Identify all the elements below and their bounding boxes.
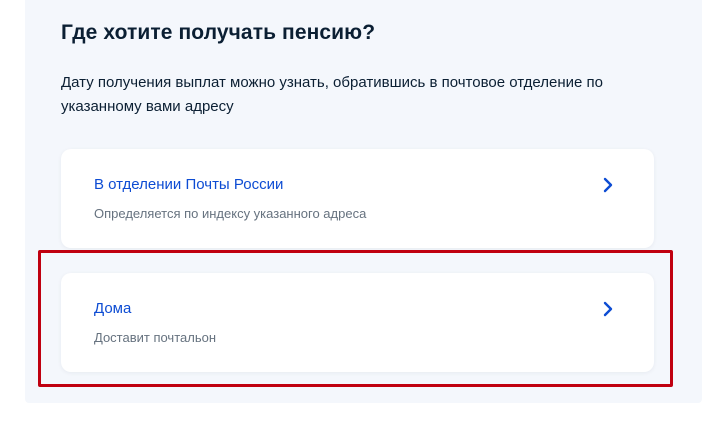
chevron-right-icon [603, 301, 613, 317]
page-title: Где хотите получать пенсию? [61, 21, 376, 44]
option-title: Дома [94, 300, 132, 317]
option-subtitle: Доставит почтальон [94, 330, 217, 345]
option-post-office[interactable]: В отделении Почты России Определяется по… [61, 149, 654, 248]
page: Где хотите получать пенсию? Дату получен… [0, 0, 715, 434]
option-home-delivery[interactable]: Дома Доставит почтальон [61, 273, 654, 372]
page-description: Дату получения выплат можно узнать, обра… [61, 74, 603, 115]
option-title: В отделении Почты России [94, 176, 284, 193]
option-subtitle: Определяется по индексу указанного адрес… [94, 206, 367, 221]
chevron-right-icon [603, 177, 613, 193]
